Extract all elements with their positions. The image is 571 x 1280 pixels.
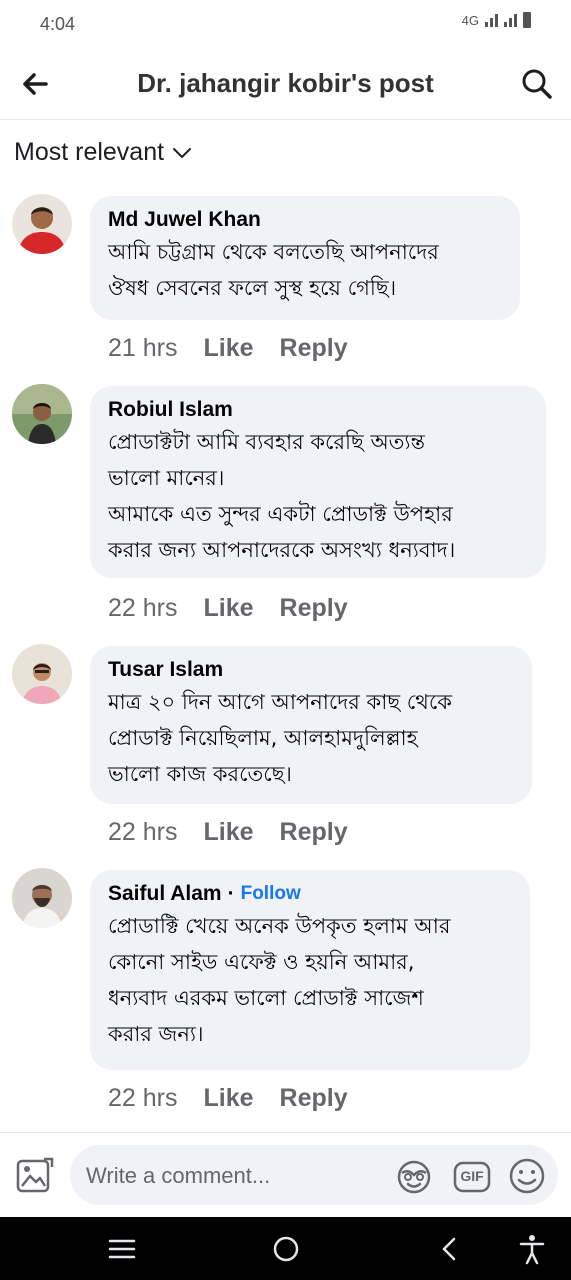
back-nav-button[interactable]: [432, 1231, 468, 1267]
comment-author[interactable]: Md Juwel Khan: [108, 208, 502, 232]
avatar-image: [12, 644, 72, 704]
comment-bubble[interactable]: Robiul Islam প্রোডাক্টটা আমি ব্যবহার করে…: [90, 386, 546, 578]
recent-apps-button[interactable]: [104, 1231, 140, 1267]
comment-bubble[interactable]: Tusar Islam মাত্র ২০ দিন আগে আপনাদের কাছ…: [90, 646, 532, 804]
like-button[interactable]: Like: [203, 334, 253, 363]
status-bar: 4:04 4G: [0, 0, 571, 48]
comment-text: মাত্র ২০ দিন আগে আপনাদের কাছ থেকে প্রোডা…: [108, 690, 452, 786]
avatar[interactable]: [12, 384, 72, 444]
comment-time[interactable]: 22 hrs: [108, 594, 177, 623]
network-label: 4G: [461, 12, 479, 28]
comment-time[interactable]: 22 hrs: [108, 818, 177, 847]
home-button[interactable]: [268, 1231, 304, 1267]
sort-label: Most relevant: [14, 138, 165, 166]
smiley-icon: [509, 1158, 545, 1194]
comment-text: প্রোডাক্টি খেয়ে অনেক উপকৃত হলাম আর কোনো…: [108, 914, 451, 1046]
battery-icon: [523, 12, 531, 28]
comment-actions: 22 hrs Like Reply: [108, 594, 348, 623]
search-icon: [522, 69, 552, 99]
comment-placeholder: Write a comment...: [86, 1163, 271, 1188]
avatar[interactable]: [12, 194, 72, 254]
post-header: Dr. jahangir kobir's post: [0, 48, 571, 120]
accessibility-button[interactable]: [514, 1231, 550, 1267]
like-button[interactable]: Like: [203, 818, 253, 847]
signal-icon-2: [504, 13, 517, 27]
comment-author[interactable]: Saiful Alam · Follow: [108, 882, 512, 906]
system-nav-bar: [0, 1217, 571, 1280]
reply-button[interactable]: Reply: [280, 334, 348, 363]
comment-text: প্রোডাক্টটা আমি ব্যবহার করেছি অত্যন্ত ভা…: [108, 430, 456, 562]
avatar[interactable]: [12, 868, 72, 928]
home-circle-icon: [273, 1236, 299, 1262]
comment-text: আমি চট্টগ্রাম থেকে বলতেছি আপনাদের ঔষধ সে…: [108, 240, 439, 300]
reply-button[interactable]: Reply: [280, 1084, 348, 1113]
sticker-icon: [397, 1160, 431, 1194]
comment-actions: 21 hrs Like Reply: [108, 334, 348, 363]
comment-author[interactable]: Robiul Islam: [108, 398, 528, 422]
comment-bubble[interactable]: Saiful Alam · Follow প্রোডাক্টি খেয়ে অন…: [90, 870, 530, 1070]
status-time: 4:04: [40, 14, 76, 34]
image-icon: [16, 1157, 54, 1193]
gif-label: GIF: [460, 1168, 484, 1184]
comment-actions: 22 hrs Like Reply: [108, 818, 348, 847]
menu-icon: [108, 1239, 136, 1259]
signal-icon: [485, 13, 498, 27]
photo-button[interactable]: [14, 1155, 56, 1197]
avatar-image: [12, 194, 72, 254]
comment-time[interactable]: 22 hrs: [108, 1084, 177, 1113]
sticker-button[interactable]: [394, 1157, 434, 1197]
comment-time[interactable]: 21 hrs: [108, 334, 177, 363]
gif-button[interactable]: GIF: [452, 1157, 492, 1197]
avatar[interactable]: [12, 644, 72, 704]
accessibility-icon: [519, 1235, 545, 1265]
chevron-down-icon: [173, 147, 192, 158]
comment-bubble[interactable]: Md Juwel Khan আমি চট্টগ্রাম থেকে বলতেছি …: [90, 196, 520, 320]
page-title: Dr. jahangir kobir's post: [137, 68, 434, 98]
comment-composer: Write a comment... GIF: [0, 1132, 571, 1216]
reply-button[interactable]: Reply: [280, 818, 348, 847]
separator: ·: [227, 882, 235, 905]
reply-button[interactable]: Reply: [280, 594, 348, 623]
search-button[interactable]: [515, 62, 559, 106]
sort-dropdown[interactable]: Most relevant: [14, 138, 192, 167]
avatar-image: [12, 868, 72, 928]
status-icons: 4G: [462, 12, 531, 28]
like-button[interactable]: Like: [203, 594, 253, 623]
avatar-image: [12, 384, 72, 444]
like-button[interactable]: Like: [203, 1084, 253, 1113]
comment-actions: 22 hrs Like Reply: [108, 1084, 348, 1113]
comment-author[interactable]: Tusar Islam: [108, 658, 514, 682]
emoji-button[interactable]: [506, 1155, 548, 1197]
follow-button[interactable]: Follow: [241, 883, 301, 905]
chevron-left-icon: [442, 1237, 456, 1261]
